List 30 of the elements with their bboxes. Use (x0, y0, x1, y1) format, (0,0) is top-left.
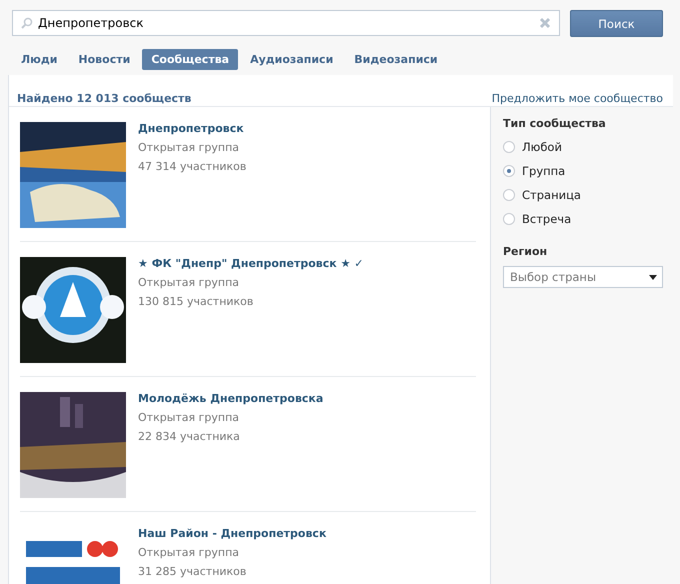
radio-option[interactable]: Страница (503, 183, 581, 207)
results-count: Найдено 12 013 сообществ (17, 92, 192, 105)
community-type: Открытая группа (138, 276, 240, 289)
country-select[interactable]: Выбор страны (503, 266, 663, 288)
radio-option[interactable]: Группа (503, 159, 566, 183)
community-type: Открытая группа (138, 141, 240, 154)
search-button[interactable]: Поиск (570, 10, 663, 37)
tab[interactable]: Сообщества (142, 49, 238, 70)
caret-icon (649, 274, 657, 280)
community-title[interactable]: Днепропетровск (138, 122, 246, 135)
member-count: 22 834 участника (138, 430, 241, 443)
suggest-link[interactable]: Предложить мое сообщество (492, 92, 663, 105)
radio-option[interactable]: Любой (503, 135, 562, 159)
filter-heading: Тип сообщества (503, 117, 606, 130)
filter-heading: Регион (503, 245, 548, 258)
community-type: Открытая группа (138, 411, 240, 424)
member-count: 130 815 участников (138, 295, 254, 308)
tab[interactable]: Люди (12, 49, 66, 70)
tab[interactable]: Аудиозаписи (241, 49, 342, 70)
community-type: Открытая группа (138, 546, 240, 559)
clear-icon[interactable] (539, 17, 551, 29)
community-title[interactable]: Наш Район - Днепропетровск (138, 527, 326, 540)
tab[interactable]: Новости (69, 49, 140, 70)
community-title[interactable]: ★ ФК "Днепр" Днепропетровск ★ ✓ (138, 257, 364, 270)
member-count: 47 314 участников (138, 160, 246, 173)
community-title[interactable]: Молодёжь Днепропетровска (138, 392, 324, 405)
radio-option[interactable]: Встреча (503, 207, 572, 231)
tab[interactable]: Видеозаписи (345, 49, 447, 70)
search-field[interactable]: Днепропетровск (12, 10, 560, 36)
member-count: 31 285 участников (138, 565, 248, 578)
